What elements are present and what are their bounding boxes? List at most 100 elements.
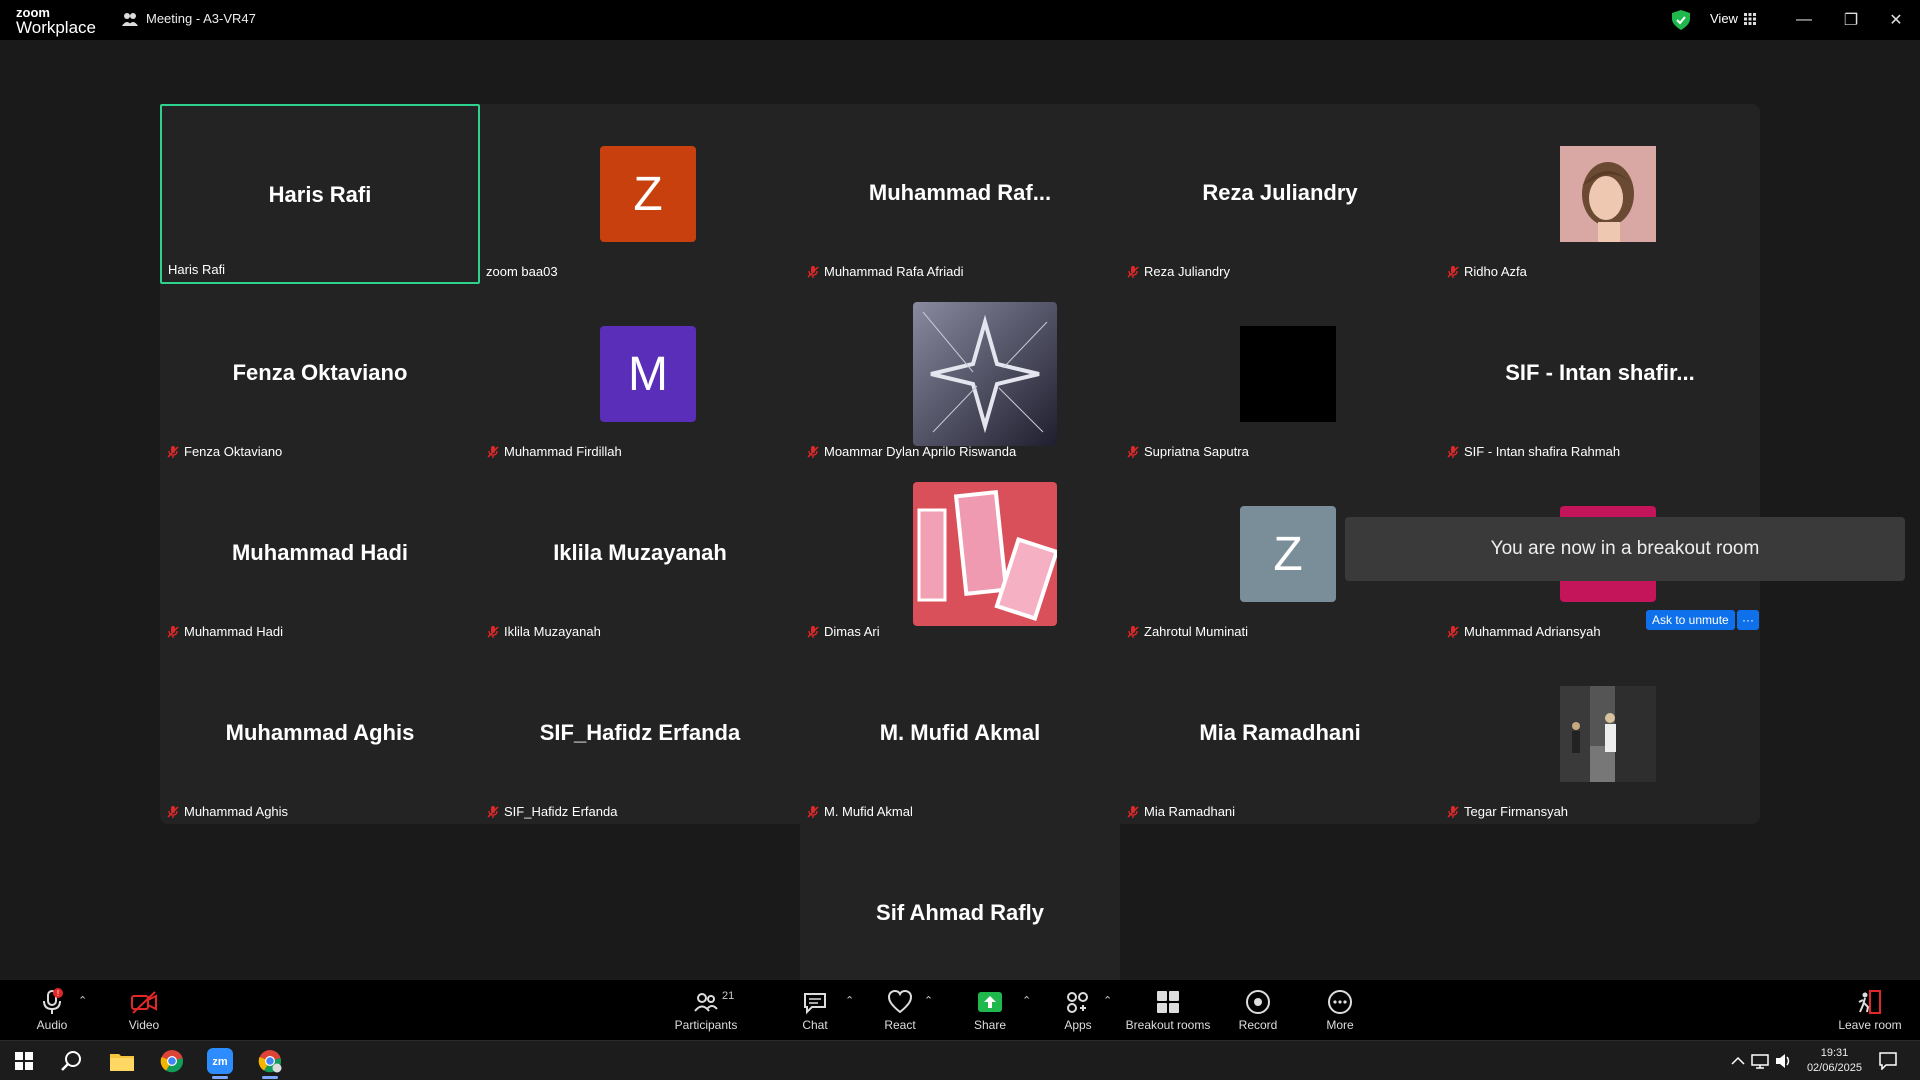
volume-icon[interactable]	[1768, 1047, 1800, 1075]
record-button[interactable]: Record	[1218, 988, 1298, 1032]
record-icon	[1246, 990, 1270, 1014]
ask-to-unmute-button[interactable]: Ask to unmute	[1646, 610, 1735, 630]
system-clock[interactable]: 19:31 02/06/2025	[1807, 1046, 1862, 1076]
muted-mic-icon	[166, 625, 180, 639]
video-button[interactable]: Video	[104, 988, 184, 1032]
leave-room-icon	[1858, 990, 1881, 1014]
svg-text:!: !	[57, 989, 59, 998]
zoom-app-icon[interactable]: zm	[204, 1047, 236, 1079]
notification-center-icon[interactable]	[1872, 1047, 1904, 1075]
participant-name-text: Tegar Firmansyah	[1464, 804, 1569, 819]
muted-mic-icon	[1446, 625, 1460, 639]
participant-name-label: Muhammad Hadi	[164, 623, 285, 640]
participant-name-text: Supriatna Saputra	[1144, 444, 1249, 459]
muted-mic-icon	[806, 625, 820, 639]
participant-name-text: SIF_Hafidz Erfanda	[504, 804, 618, 819]
participant-tile[interactable]: Tegar Firmansyah	[1440, 644, 1760, 824]
muted-mic-icon	[1446, 445, 1460, 459]
participant-display-name: Haris Rafi	[268, 182, 372, 207]
muted-mic-icon	[486, 805, 500, 819]
participant-display-name: SIF_Hafidz Erfanda	[539, 720, 741, 745]
participant-photo	[1560, 146, 1656, 242]
share-button[interactable]: Share	[950, 988, 1030, 1032]
participant-tile[interactable]: Muhammad Aghis Muhammad Aghis	[160, 644, 480, 824]
participant-tile[interactable]: SIF - Intan shafir... SIF - Intan shafira…	[1440, 284, 1760, 464]
view-button[interactable]: View	[1710, 11, 1756, 26]
chat-button[interactable]: Chat	[775, 988, 855, 1032]
tile-more-options-button[interactable]: ···	[1737, 610, 1759, 630]
apps-options-caret-icon[interactable]: ⌃	[1103, 994, 1112, 1007]
participant-tile[interactable]: Dimas Ari	[800, 464, 1120, 644]
participant-name-label: M. Mufid Akmal	[804, 803, 915, 820]
participant-name-label: Moammar Dylan Aprilo Riswanda	[804, 443, 1018, 460]
participant-tile[interactable]: Moammar Dylan Aprilo Riswanda	[800, 284, 1120, 464]
participant-tile[interactable]: SIF_Hafidz Erfanda SIF_Hafidz Erfanda	[480, 644, 800, 824]
clock-date: 02/06/2025	[1806, 1062, 1862, 1074]
minimize-icon[interactable]: —	[1792, 8, 1816, 32]
chat-icon	[804, 993, 826, 1015]
close-icon[interactable]: ✕	[1884, 8, 1908, 32]
share-screen-icon	[978, 992, 1002, 1012]
leave-room-button[interactable]: Leave room	[1830, 988, 1910, 1032]
restore-icon[interactable]: ❐	[1839, 8, 1863, 32]
participant-tile[interactable]: M. Mufid Akmal M. Mufid Akmal	[800, 644, 1120, 824]
video-label: Video	[128, 1018, 160, 1032]
participant-tile[interactable]: Supriatna Saputra	[1120, 284, 1440, 464]
participants-icon	[694, 993, 718, 1012]
participant-name-text: Moammar Dylan Aprilo Riswanda	[824, 444, 1017, 459]
muted-mic-icon	[806, 445, 820, 459]
react-options-caret-icon[interactable]: ⌃	[924, 994, 933, 1007]
participant-tile[interactable]: Reza Juliandry Reza Juliandry	[1120, 104, 1440, 284]
participant-tile[interactable]: Zzoom baa03	[480, 104, 800, 284]
more-button[interactable]: More	[1300, 988, 1380, 1032]
svg-text:zm: zm	[212, 1056, 228, 1068]
participant-name-label: Iklila Muzayanah	[484, 623, 603, 640]
breakout-rooms-label: Breakout rooms	[1125, 1018, 1211, 1032]
participant-tile[interactable]: Mia Ramadhani Mia Ramadhani	[1120, 644, 1440, 824]
participant-name-text: Iklila Muzayanah	[504, 624, 601, 639]
record-label: Record	[1238, 1018, 1278, 1032]
participant-name-label: Muhammad Adriansyah	[1444, 623, 1603, 640]
participant-name-label: Fenza Oktaviano	[164, 443, 284, 460]
participant-tile[interactable]: Fenza Oktaviano Fenza Oktaviano	[160, 284, 480, 464]
participant-display-name: Muhammad Raf...	[868, 180, 1052, 205]
breakout-rooms-button[interactable]: Breakout rooms	[1118, 988, 1218, 1032]
participant-tile[interactable]: Muhammad Raf... Muhammad Rafa Afriadi	[800, 104, 1120, 284]
more-label: More	[1326, 1018, 1354, 1032]
participant-tile[interactable]: Haris Rafi Haris Rafi	[160, 104, 480, 284]
chrome-profile-icon[interactable]	[254, 1047, 286, 1079]
participant-name-text: zoom baa03	[486, 264, 558, 279]
meeting-title-text: Meeting - A3-VR47	[146, 11, 256, 26]
audio-options-caret-icon[interactable]: ⌃	[78, 994, 87, 1007]
participant-name-label: Haris Rafi	[166, 261, 227, 278]
heart-icon	[887, 989, 913, 1014]
participant-tile[interactable]: Ridho Azfa	[1440, 104, 1760, 284]
participant-name-label: SIF - Intan shafira Rahmah	[1444, 443, 1622, 460]
share-options-caret-icon[interactable]: ⌃	[1022, 994, 1031, 1007]
participant-tile[interactable]: Iklila Muzayanah Iklila Muzayanah	[480, 464, 800, 644]
muted-mic-icon	[1126, 265, 1140, 279]
apps-icon	[1067, 992, 1088, 1013]
file-explorer-icon[interactable]	[106, 1047, 138, 1075]
title-bar: zoom Workplace Meeting - A3-VR47 View — …	[0, 0, 1920, 40]
participant-avatar: M	[600, 326, 696, 422]
participant-name-label: Muhammad Rafa Afriadi	[804, 263, 965, 280]
participant-display-name: M. Mufid Akmal	[879, 720, 1041, 745]
participant-display-name: Muhammad Aghis	[225, 720, 415, 745]
chrome-icon[interactable]	[156, 1047, 188, 1075]
participant-photo	[913, 302, 1057, 446]
participant-avatar: Z	[1240, 506, 1336, 602]
chat-options-caret-icon[interactable]: ⌃	[845, 994, 854, 1007]
encryption-shield-icon[interactable]	[1672, 10, 1690, 30]
participant-avatar: Z	[600, 146, 696, 242]
search-icon[interactable]	[56, 1047, 88, 1075]
participant-tile[interactable]: Muhammad Hadi Muhammad Hadi	[160, 464, 480, 644]
participant-tile[interactable]: M Muhammad Firdillah	[480, 284, 800, 464]
participant-name-label: Muhammad Aghis	[164, 803, 290, 820]
participant-tile[interactable]: Sif Ahmad RaflySif Ahmad Rafly	[800, 824, 1120, 1004]
participant-name-text: Muhammad Rafa Afriadi	[824, 264, 964, 279]
zoom-logo: zoom Workplace	[16, 6, 96, 36]
meeting-title[interactable]: Meeting - A3-VR47	[122, 11, 256, 26]
windows-start-icon[interactable]	[8, 1047, 40, 1075]
muted-mic-icon	[166, 445, 180, 459]
